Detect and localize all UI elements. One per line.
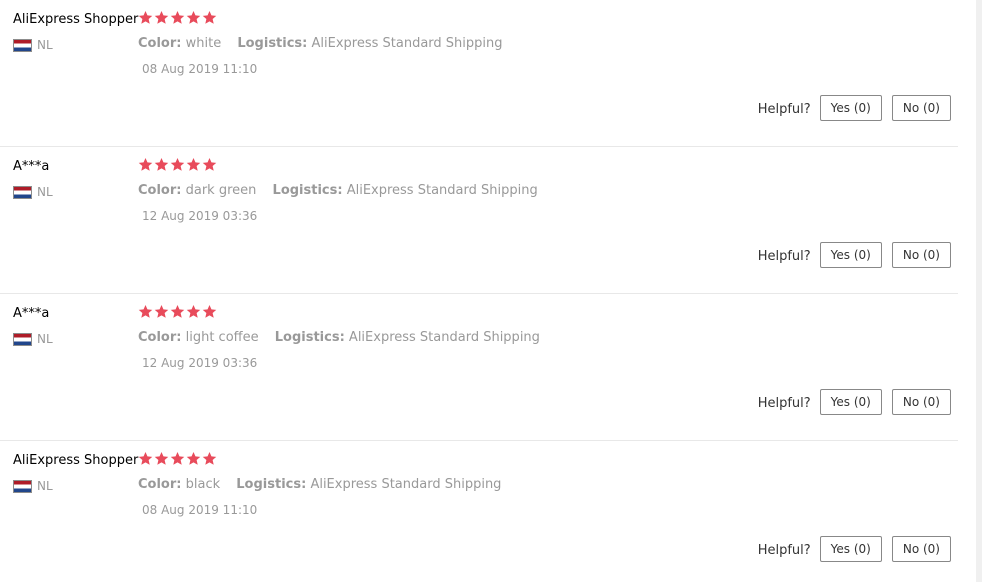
reviewer-country: NL [13,38,53,52]
star-icon [202,304,217,319]
helpful-vote: Helpful? Yes (0) No (0) [758,536,951,562]
star-icon [138,451,153,466]
review-item: A***a NL Color: light coffee Logistics: … [0,294,958,441]
review-attributes: Color: dark green Logistics: AliExpress … [138,183,538,198]
netherlands-flag-icon [13,479,32,493]
color-value: white [185,36,222,51]
color-value: dark green [185,183,257,198]
color-label: Color: [138,477,182,492]
review-attributes: Color: black Logistics: AliExpress Stand… [138,477,501,492]
helpful-no-button[interactable]: No (0) [891,536,951,562]
logistics-value: AliExpress Standard Shipping [346,183,538,198]
star-icon [138,10,153,25]
helpful-no-button[interactable]: No (0) [891,95,951,121]
color-value: light coffee [185,330,259,345]
logistics-label: Logistics: [274,330,345,345]
star-icon [186,304,201,319]
star-rating [138,304,217,319]
helpful-yes-button[interactable]: Yes (0) [819,389,882,415]
star-icon [186,451,201,466]
country-code: NL [37,332,53,346]
helpful-yes-button[interactable]: Yes (0) [819,95,882,121]
review-date: 12 Aug 2019 03:36 [142,356,258,370]
netherlands-flag-icon [13,185,32,199]
reviewer-name: AliExpress Shopper [13,453,139,468]
star-icon [202,451,217,466]
logistics-value: AliExpress Standard Shipping [348,330,540,345]
helpful-label: Helpful? [757,543,811,558]
country-code: NL [37,38,53,52]
reviewer-country: NL [13,479,53,493]
netherlands-flag-icon [13,38,32,52]
helpful-vote: Helpful? Yes (0) No (0) [758,95,951,121]
review-attributes: Color: white Logistics: AliExpress Stand… [138,36,503,51]
star-icon [154,10,169,25]
helpful-label: Helpful? [757,396,811,411]
netherlands-flag-icon [13,332,32,346]
star-rating [138,451,217,466]
review-item: AliExpress Shopper NL Color: black Logis… [0,441,958,587]
color-label: Color: [138,330,182,345]
country-code: NL [37,185,53,199]
logistics-label: Logistics: [272,183,343,198]
star-icon [170,451,185,466]
helpful-no-button[interactable]: No (0) [891,389,951,415]
review-item: A***a NL Color: dark green Logistics: Al… [0,147,958,294]
review-date: 08 Aug 2019 11:10 [142,62,258,76]
color-label: Color: [138,183,182,198]
star-icon [138,157,153,172]
reviewer-country: NL [13,185,53,199]
logistics-label: Logistics: [237,36,308,51]
helpful-yes-button[interactable]: Yes (0) [819,536,882,562]
review-item: AliExpress Shopper NL Color: white Logis… [0,0,958,147]
helpful-vote: Helpful? Yes (0) No (0) [758,242,951,268]
star-icon [186,157,201,172]
reviewer-name: AliExpress Shopper [13,12,139,27]
helpful-vote: Helpful? Yes (0) No (0) [758,389,951,415]
star-icon [170,304,185,319]
color-value: black [185,477,221,492]
review-date: 12 Aug 2019 03:36 [142,209,258,223]
star-icon [170,157,185,172]
reviewer-name: A***a [13,306,50,321]
star-rating [138,157,217,172]
logistics-value: AliExpress Standard Shipping [310,477,502,492]
logistics-value: AliExpress Standard Shipping [311,36,503,51]
star-icon [170,10,185,25]
star-icon [202,157,217,172]
star-rating [138,10,217,25]
reviewer-name: A***a [13,159,50,174]
star-icon [186,10,201,25]
review-list: AliExpress Shopper NL Color: white Logis… [0,0,958,587]
star-icon [154,451,169,466]
reviewer-country: NL [13,332,53,346]
star-icon [154,157,169,172]
star-icon [154,304,169,319]
star-icon [138,304,153,319]
logistics-label: Logistics: [236,477,307,492]
star-icon [202,10,217,25]
helpful-label: Helpful? [757,102,811,117]
helpful-no-button[interactable]: No (0) [891,242,951,268]
color-label: Color: [138,36,182,51]
scrollbar-track[interactable] [976,0,982,582]
review-attributes: Color: light coffee Logistics: AliExpres… [138,330,540,345]
country-code: NL [37,479,53,493]
helpful-label: Helpful? [757,249,811,264]
helpful-yes-button[interactable]: Yes (0) [819,242,882,268]
review-date: 08 Aug 2019 11:10 [142,503,258,517]
